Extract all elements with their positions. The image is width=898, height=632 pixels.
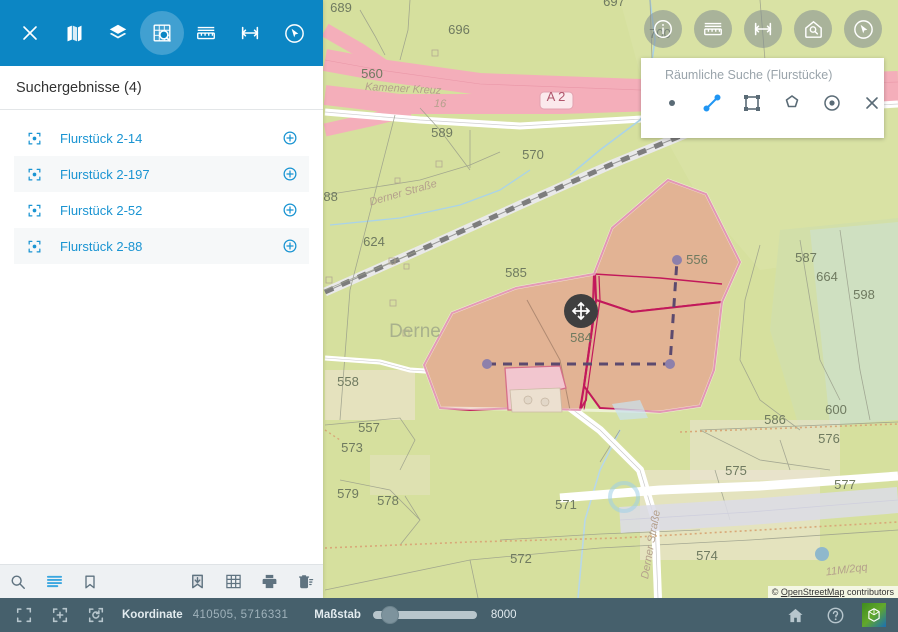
point-icon[interactable] — [661, 92, 683, 114]
zoom-to-feature-icon[interactable] — [20, 167, 48, 182]
scale-value: 8000 — [490, 609, 517, 621]
add-to-selection-icon[interactable] — [279, 130, 301, 146]
map-parcel-label: 558 — [337, 374, 359, 389]
layers-icon[interactable] — [96, 11, 140, 55]
bookmark-icon[interactable] — [72, 565, 108, 599]
list-view-icon[interactable] — [36, 565, 72, 599]
table-row[interactable]: Flurstück 2-88 — [14, 228, 309, 264]
map-icon[interactable] — [52, 11, 96, 55]
scale-control: Maßstab 8000 — [314, 606, 517, 624]
map-parcel-label: 589 — [431, 125, 453, 140]
map-attribution: © OpenStreetMap contributors — [767, 586, 898, 598]
ruler-icon[interactable] — [184, 11, 228, 55]
list-item-label[interactable]: Flurstück 2-52 — [48, 203, 279, 218]
application-window: 6896976967005605895705886245855565876645… — [0, 0, 898, 632]
map-parcel-label: 572 — [510, 551, 532, 566]
coordinate-value: 410505, 5716331 — [192, 609, 289, 621]
home-icon[interactable] — [782, 602, 808, 628]
measure-distance-icon[interactable] — [744, 10, 782, 48]
status-bar-right — [782, 602, 898, 628]
save-bookmark-icon[interactable] — [179, 565, 215, 599]
scale-slider-knob[interactable] — [380, 606, 399, 624]
map-parcel-label: 574 — [696, 548, 718, 563]
map-road-label: A 2 — [547, 89, 566, 104]
map-parcel-label: 579 — [337, 486, 359, 501]
search-results-panel: Suchergebnisse (4) Flurstück 2-14 Flurstü… — [0, 0, 323, 598]
spatial-search-title: Räumliche Suche (Flurstücke) — [665, 68, 833, 82]
map-parcel-label: 573 — [341, 440, 363, 455]
panel-toolbar — [0, 0, 323, 66]
table-grid-icon[interactable] — [215, 565, 251, 599]
results-list: Flurstück 2-14 Flurstück 2-197 Flurstück 2… — [0, 110, 323, 564]
zoom-to-feature-icon[interactable] — [20, 131, 48, 146]
map-parcel-label: 664 — [816, 269, 838, 284]
list-item-label[interactable]: Flurstück 2-88 — [48, 239, 279, 254]
map-parcel-label: 585 — [505, 265, 527, 280]
attribution-prefix: © — [771, 587, 779, 597]
pointer-select-icon[interactable] — [844, 10, 882, 48]
attribution-suffix: contributors — [846, 587, 894, 597]
list-item-label[interactable]: Flurstück 2-197 — [48, 167, 279, 182]
map-parcel-label: 576 — [818, 431, 840, 446]
map-parcel-label: 578 — [377, 493, 399, 508]
zoom-to-feature-icon[interactable] — [20, 203, 48, 218]
close-icon[interactable] — [861, 92, 883, 114]
page-title: Suchergebnisse (4) — [0, 66, 323, 110]
map-road-label: 16 — [434, 98, 448, 110]
map-parcel-label: 557 — [358, 420, 380, 435]
circle-icon[interactable] — [821, 92, 843, 114]
scale-slider[interactable] — [372, 606, 477, 624]
line-icon[interactable] — [701, 92, 723, 114]
map-parcel-label: 575 — [725, 463, 747, 478]
map-place-label: Derne — [389, 321, 441, 342]
zoom-to-feature-icon[interactable] — [20, 239, 48, 254]
print-icon[interactable] — [251, 565, 287, 599]
pointer-select-icon[interactable] — [272, 11, 316, 55]
spatial-search-tools — [641, 82, 884, 114]
panel-bottom-toolbar — [0, 564, 323, 598]
map-parcel-label: 624 — [363, 234, 385, 249]
map-parcel-label: 570 — [522, 147, 544, 162]
map-parcel-label: 696 — [448, 22, 470, 37]
map-parcel-label: 584 — [570, 330, 592, 345]
search-icon[interactable] — [0, 565, 36, 599]
map-parcel-label: 560 — [361, 66, 383, 81]
add-to-selection-icon[interactable] — [279, 166, 301, 182]
map-parcel-label: 587 — [795, 250, 817, 265]
map-parcel-label: 571 — [555, 497, 577, 512]
coordinate-label: Koordinate — [122, 609, 183, 621]
table-row[interactable]: Flurstück 2-197 — [14, 156, 309, 192]
scale-label: Maßstab — [314, 609, 361, 621]
map-parcel-label: 556 — [686, 252, 708, 267]
refresh-extent-icon[interactable] — [78, 598, 114, 632]
map-parcel-label: 600 — [825, 402, 847, 417]
clear-list-icon[interactable] — [287, 565, 323, 599]
add-to-selection-icon[interactable] — [279, 238, 301, 254]
app-logo-icon[interactable] — [862, 603, 886, 627]
home-search-icon[interactable] — [794, 10, 832, 48]
help-icon[interactable] — [822, 602, 848, 628]
spatial-search-popup: Räumliche Suche (Flurstücke) — [641, 58, 884, 138]
map-parcel-label: 697 — [603, 0, 625, 9]
openstreetmap-link[interactable]: OpenStreetMap — [781, 587, 845, 597]
zoom-in-box-icon[interactable] — [42, 598, 78, 632]
map-parcel-label: 689 — [330, 0, 352, 15]
status-bar: Koordinate 410505, 5716331 Maßstab 8000 — [0, 598, 898, 632]
measure-distance-icon[interactable] — [228, 11, 272, 55]
fit-extent-icon[interactable] — [6, 598, 42, 632]
rectangle-icon[interactable] — [741, 92, 763, 114]
table-row[interactable]: Flurstück 2-52 — [14, 192, 309, 228]
map-tool-row — [644, 10, 882, 48]
polygon-icon[interactable] — [781, 92, 803, 114]
add-to-selection-icon[interactable] — [279, 202, 301, 218]
table-row[interactable]: Flurstück 2-14 — [14, 120, 309, 156]
map-search-icon[interactable] — [140, 11, 184, 55]
map-parcel-label: 586 — [764, 412, 786, 427]
map-parcel-label: 577 — [834, 477, 856, 492]
close-icon[interactable] — [8, 11, 52, 55]
list-item-label[interactable]: Flurstück 2-14 — [48, 131, 279, 146]
info-icon[interactable] — [644, 10, 682, 48]
map-parcel-label: 598 — [853, 287, 875, 302]
ruler-icon[interactable] — [694, 10, 732, 48]
